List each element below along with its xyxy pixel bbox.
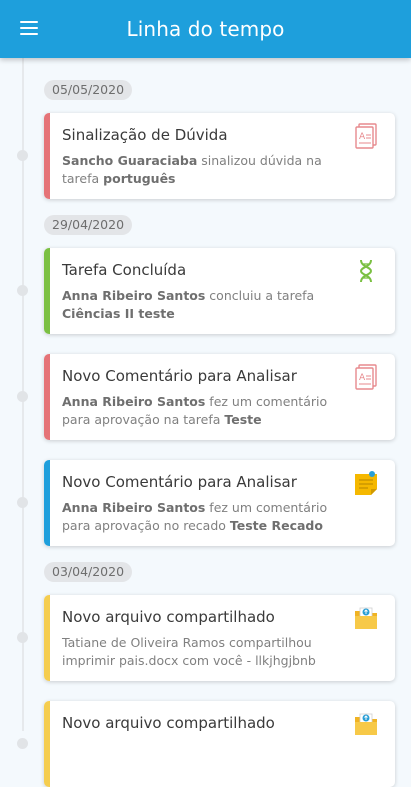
- shared-folder-icon: [355, 713, 377, 735]
- timeline-card[interactable]: Sinalização de Dúvida Sancho Guaraciaba …: [44, 113, 395, 199]
- svg-text:A: A: [359, 132, 366, 142]
- page-title: Linha do tempo: [126, 17, 285, 41]
- timeline-card[interactable]: Tarefa Concluída Anna Ribeiro Santos con…: [44, 248, 395, 334]
- card-actor: Anna Ribeiro Santos: [62, 500, 206, 515]
- svg-text:A: A: [359, 373, 366, 383]
- date-chip: 05/05/2020: [44, 80, 133, 100]
- document-a-icon: A: [355, 123, 377, 149]
- timeline-card[interactable]: Novo arquivo compartilhado Tatiane de Ol…: [44, 595, 395, 681]
- card-title: Sinalização de Dúvida: [62, 126, 228, 144]
- dna-icon: [359, 259, 373, 283]
- timeline-dot: [17, 150, 28, 161]
- card-actor: Anna Ribeiro Santos: [62, 288, 206, 303]
- card-actor: Anna Ribeiro Santos: [62, 394, 206, 409]
- card-target: Teste Recado: [229, 518, 323, 533]
- date-chip: 29/04/2020: [44, 215, 133, 235]
- document-a-icon: A: [355, 364, 377, 390]
- card-target: Ciências II teste: [62, 306, 175, 321]
- card-title: Novo Comentário para Analisar: [62, 473, 297, 491]
- card-title: Novo arquivo compartilhado: [62, 714, 275, 732]
- card-target: Teste: [224, 412, 262, 427]
- card-accent-bar: [44, 595, 50, 681]
- card-actor: Sancho Guaraciaba: [62, 153, 198, 168]
- sticky-note-icon: [355, 471, 377, 495]
- card-description: Sancho Guaraciaba sinalizou dúvida na ta…: [62, 152, 351, 188]
- timeline-card[interactable]: Novo Comentário para Analisar Anna Ribei…: [44, 460, 395, 546]
- timeline-card[interactable]: Novo Comentário para Analisar Anna Ribei…: [44, 354, 395, 440]
- card-text: concluiu a tarefa: [205, 288, 315, 303]
- card-title: Tarefa Concluída: [62, 261, 187, 279]
- timeline-dot: [17, 632, 28, 643]
- card-accent-bar: [44, 354, 50, 440]
- card-title: Novo arquivo compartilhado: [62, 608, 275, 626]
- timeline-dot: [17, 285, 28, 296]
- card-description: Anna Ribeiro Santos fez um comentário pa…: [62, 393, 351, 429]
- card-accent-bar: [44, 460, 50, 546]
- card-description: Tatiane de Oliveira Ramos compartilhou i…: [62, 635, 316, 668]
- timeline-dot: [17, 497, 28, 508]
- card-description: Anna Ribeiro Santos concluiu a tarefa Ci…: [62, 287, 351, 323]
- app-bar: Linha do tempo: [0, 0, 411, 58]
- card-accent-bar: [44, 248, 50, 334]
- date-chip: 03/04/2020: [44, 562, 133, 582]
- card-accent-bar: [44, 701, 50, 787]
- card-description: Anna Ribeiro Santos fez um comentário pa…: [62, 499, 351, 535]
- timeline-card[interactable]: Novo arquivo compartilhado: [44, 701, 395, 787]
- card-title: Novo Comentário para Analisar: [62, 367, 297, 385]
- card-accent-bar: [44, 113, 50, 199]
- timeline-dot: [17, 738, 28, 749]
- card-target: português: [103, 171, 176, 186]
- timeline-dot: [17, 391, 28, 402]
- shared-folder-icon: [355, 607, 377, 629]
